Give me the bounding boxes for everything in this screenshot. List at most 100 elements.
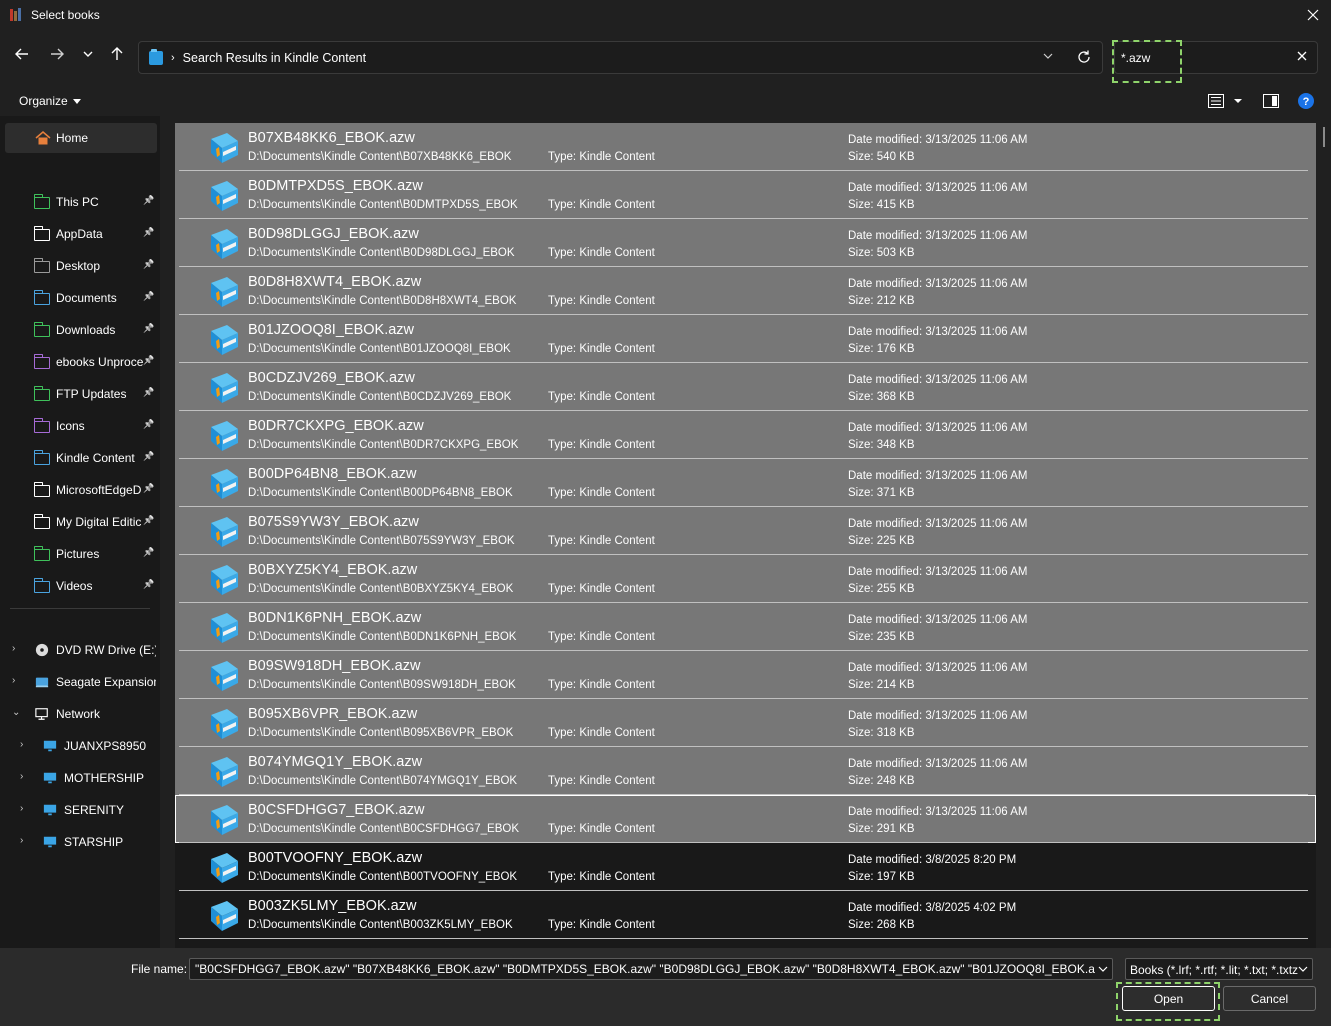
file-row-partial[interactable] bbox=[175, 939, 1316, 948]
refresh-button[interactable] bbox=[1076, 49, 1092, 68]
date-value: 3/13/2025 11:06 AM bbox=[925, 566, 1028, 578]
file-row[interactable]: B074YMGQ1Y_EBOK.azw D:\Documents\Kindle C… bbox=[175, 747, 1316, 795]
chevron-down-icon bbox=[1298, 966, 1308, 972]
pin-icon[interactable]: 📌 bbox=[143, 419, 154, 430]
file-row[interactable]: B00TVOOFNY_EBOK.azw D:\Documents\Kindle C… bbox=[175, 843, 1316, 891]
expand-chevron-icon[interactable]: › bbox=[12, 675, 15, 686]
file-row[interactable]: B0DR7CKXPG_EBOK.azw D:\Documents\Kindle C… bbox=[175, 411, 1316, 459]
pin-icon[interactable]: 📌 bbox=[143, 355, 154, 366]
pin-icon[interactable]: 📌 bbox=[143, 259, 154, 270]
file-row[interactable]: B0CSFDHGG7_EBOK.azw D:\Documents\Kindle C… bbox=[175, 795, 1316, 843]
pin-icon[interactable]: 📌 bbox=[143, 547, 154, 558]
kindle-book-icon bbox=[211, 421, 238, 451]
back-button[interactable] bbox=[12, 44, 32, 64]
dialog-footer: File name: Books (*.lrf; *.rtf; *.lit; *… bbox=[0, 948, 1331, 1026]
search-box[interactable] bbox=[1114, 41, 1318, 74]
organize-button[interactable]: Organize bbox=[19, 94, 81, 108]
window-title: Select books bbox=[31, 8, 100, 22]
filter-dropdown-button[interactable] bbox=[1298, 963, 1308, 977]
sidebar-item-desktop[interactable]: Desktop 📌 bbox=[0, 251, 160, 281]
file-row[interactable]: B01JZOOQ8I_EBOK.azw D:\Documents\Kindle C… bbox=[175, 315, 1316, 363]
forward-button[interactable] bbox=[47, 44, 67, 64]
videos-icon bbox=[33, 578, 50, 593]
breadcrumb-path[interactable]: Search Results in Kindle Content bbox=[183, 51, 366, 65]
address-bar[interactable]: › Search Results in Kindle Content bbox=[138, 41, 1103, 74]
file-name-input[interactable] bbox=[195, 961, 1095, 977]
size-label: Size: bbox=[848, 439, 874, 451]
file-row[interactable]: B07XB48KK6_EBOK.azw D:\Documents\Kindle C… bbox=[175, 123, 1316, 171]
file-date-modified: Date modified: 3/13/2025 11:06 AM bbox=[848, 326, 1027, 338]
file-row[interactable]: B0D8H8XWT4_EBOK.azw D:\Documents\Kindle C… bbox=[175, 267, 1316, 315]
search-input[interactable] bbox=[1121, 49, 1281, 67]
sidebar-item-computer[interactable]: › JUANXPS8950 bbox=[0, 731, 160, 761]
pin-icon[interactable]: 📌 bbox=[143, 483, 154, 494]
sidebar-item-seagate[interactable]: › Seagate Expansion bbox=[0, 667, 160, 697]
navigation-pane: Home This PC 📌 AppData 📌 Desktop 📌 Documents 📌 D… bbox=[0, 116, 160, 948]
sidebar-item-ebooks-unproce[interactable]: ebooks Unproce 📌 bbox=[0, 347, 160, 377]
size-label: Size: bbox=[848, 823, 874, 835]
sidebar-item-documents[interactable]: Documents 📌 bbox=[0, 283, 160, 313]
file-name-dropdown-button[interactable] bbox=[1098, 963, 1108, 977]
change-view-button[interactable] bbox=[1208, 93, 1243, 109]
file-row[interactable]: B0BXYZ5KY4_EBOK.azw D:\Documents\Kindle C… bbox=[175, 555, 1316, 603]
sidebar-item-appdata[interactable]: AppData 📌 bbox=[0, 219, 160, 249]
file-row[interactable]: B0CDZJV269_EBOK.azw D:\Documents\Kindle C… bbox=[175, 363, 1316, 411]
open-button[interactable]: Open bbox=[1122, 986, 1215, 1011]
pin-icon[interactable]: 📌 bbox=[143, 195, 154, 206]
sidebar-item-dvd[interactable]: › DVD RW Drive (E:) F bbox=[0, 635, 160, 665]
scrollbar-thumb[interactable] bbox=[1323, 127, 1325, 147]
file-row[interactable]: B0DN1K6PNH_EBOK.azw D:\Documents\Kindle C… bbox=[175, 603, 1316, 651]
sidebar-item-microsoftedged[interactable]: MicrosoftEdgeD 📌 bbox=[0, 475, 160, 505]
collapse-chevron-icon[interactable]: ⌄ bbox=[12, 707, 20, 718]
clear-search-button[interactable] bbox=[1297, 50, 1307, 64]
file-row[interactable]: B0D98DLGGJ_EBOK.azw D:\Documents\Kindle C… bbox=[175, 219, 1316, 267]
file-name-combobox[interactable] bbox=[189, 958, 1113, 980]
file-row[interactable]: B075S9YW3Y_EBOK.azw D:\Documents\Kindle C… bbox=[175, 507, 1316, 555]
pin-icon[interactable]: 📌 bbox=[143, 515, 154, 526]
close-window-button[interactable] bbox=[1303, 5, 1323, 25]
file-name: B00DP64BN8_EBOK.azw bbox=[248, 466, 417, 482]
file-row[interactable]: B09SW918DH_EBOK.azw D:\Documents\Kindle C… bbox=[175, 651, 1316, 699]
pin-icon[interactable]: 📌 bbox=[143, 323, 154, 334]
pin-icon[interactable]: 📌 bbox=[143, 579, 154, 590]
sidebar-item-computer[interactable]: › STARSHIP bbox=[0, 827, 160, 857]
pin-icon[interactable]: 📌 bbox=[143, 291, 154, 302]
expand-chevron-icon[interactable]: › bbox=[20, 803, 23, 814]
vertical-scrollbar[interactable] bbox=[1322, 123, 1326, 948]
sidebar-item-computer[interactable]: › SERENITY bbox=[0, 795, 160, 825]
sidebar-item-network[interactable]: ⌄ Network bbox=[0, 699, 160, 729]
pin-icon[interactable]: 📌 bbox=[143, 227, 154, 238]
kindle-book-icon bbox=[211, 517, 238, 547]
file-row[interactable]: B0DMTPXD5S_EBOK.azw D:\Documents\Kindle C… bbox=[175, 171, 1316, 219]
sidebar-item-ftp-updates[interactable]: FTP Updates 📌 bbox=[0, 379, 160, 409]
file-row[interactable]: B003ZK5LMY_EBOK.azw D:\Documents\Kindle C… bbox=[175, 891, 1316, 939]
expand-chevron-icon[interactable]: › bbox=[20, 771, 23, 782]
sidebar-item-videos[interactable]: Videos 📌 bbox=[0, 571, 160, 601]
recent-locations-button[interactable] bbox=[78, 44, 98, 64]
sidebar-item-label: Network bbox=[56, 707, 101, 721]
file-row[interactable]: B00DP64BN8_EBOK.azw D:\Documents\Kindle C… bbox=[175, 459, 1316, 507]
up-button[interactable] bbox=[107, 44, 127, 64]
expand-chevron-icon[interactable]: › bbox=[20, 835, 23, 846]
sidebar-item-icons[interactable]: Icons 📌 bbox=[0, 411, 160, 441]
pin-icon[interactable]: 📌 bbox=[143, 451, 154, 462]
size-value: 348 KB bbox=[876, 439, 915, 451]
file-type-filter[interactable]: Books (*.lrf; *.rtf; *.lit; *.txt; *.txt… bbox=[1125, 958, 1313, 980]
sidebar-item-this-pc[interactable]: This PC 📌 bbox=[0, 187, 160, 217]
preview-pane-button[interactable] bbox=[1263, 93, 1279, 109]
file-name: B00TVOOFNY_EBOK.azw bbox=[248, 850, 423, 866]
sidebar-item-computer[interactable]: › MOTHERSHIP bbox=[0, 763, 160, 793]
sidebar-item-kindle-content[interactable]: Kindle Content 📌 bbox=[0, 443, 160, 473]
sidebar-item-home[interactable]: Home bbox=[5, 123, 157, 153]
help-button[interactable]: ? bbox=[1298, 93, 1314, 109]
sidebar-item-downloads[interactable]: Downloads 📌 bbox=[0, 315, 160, 345]
expand-chevron-icon[interactable]: › bbox=[12, 643, 15, 654]
cancel-button[interactable]: Cancel bbox=[1223, 986, 1316, 1011]
address-history-button[interactable] bbox=[1042, 50, 1054, 65]
file-row[interactable]: B095XB6VPR_EBOK.azw D:\Documents\Kindle C… bbox=[175, 699, 1316, 747]
sidebar-item-my-digital-editic[interactable]: My Digital Editic 📌 bbox=[0, 507, 160, 537]
breadcrumb-chevron-icon[interactable]: › bbox=[171, 52, 175, 64]
sidebar-item-pictures[interactable]: Pictures 📌 bbox=[0, 539, 160, 569]
expand-chevron-icon[interactable]: › bbox=[20, 739, 23, 750]
pin-icon[interactable]: 📌 bbox=[143, 387, 154, 398]
